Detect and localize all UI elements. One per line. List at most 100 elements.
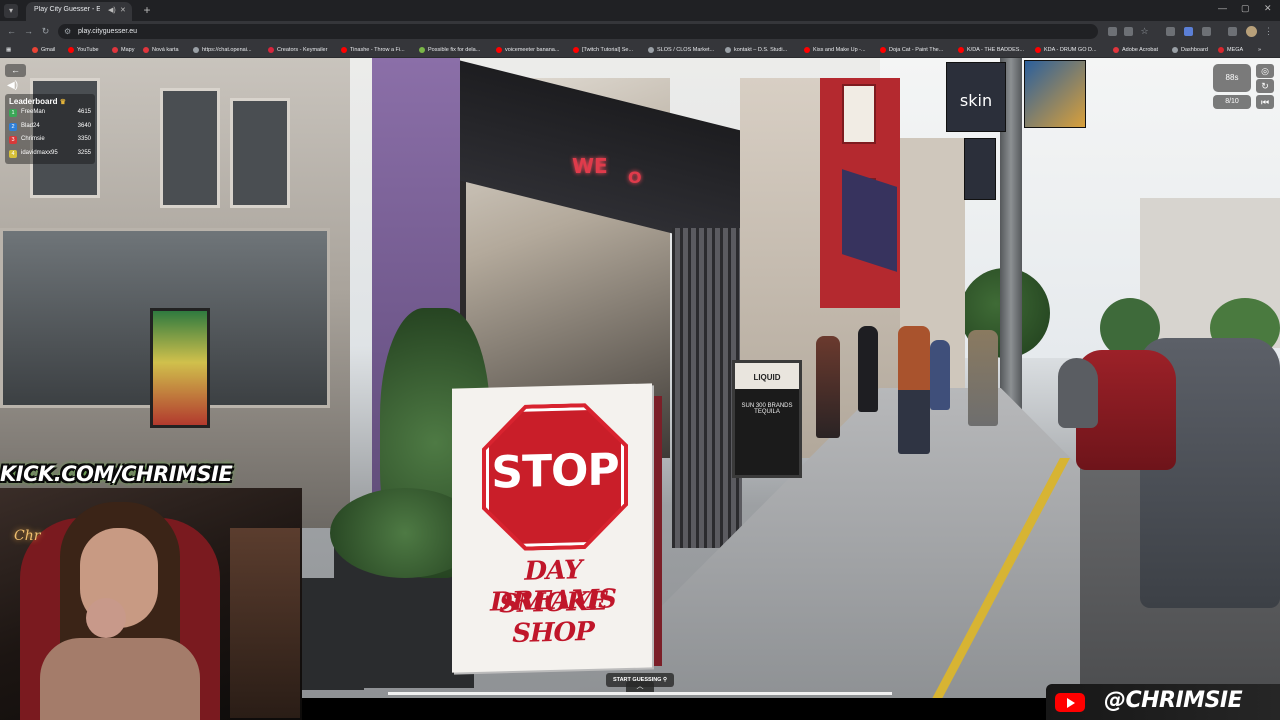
neon-sign: O	[628, 168, 642, 187]
compass-icon[interactable]: ◎	[1256, 64, 1274, 78]
player-score: 3640	[77, 122, 91, 129]
streamer-webcam: Chr	[0, 488, 302, 720]
player-score: 4615	[77, 109, 91, 115]
rank-badge: 3	[9, 136, 17, 144]
pedestrian	[968, 330, 998, 426]
back-arrow-button[interactable]: ←	[5, 64, 26, 77]
back-icon[interactable]: ←	[5, 25, 18, 38]
stop-sign-graphic: STOP	[482, 402, 628, 552]
reset-view-icon[interactable]: ↻	[1256, 79, 1274, 93]
trophy-icon: ♛	[59, 99, 66, 106]
pedestrian	[930, 340, 950, 410]
apps-grid-icon[interactable]: ▦	[6, 45, 11, 55]
minimize-icon[interactable]: —	[1218, 3, 1227, 13]
skip-back-icon[interactable]: ⏮	[1256, 95, 1274, 109]
streamer-hand	[86, 598, 126, 638]
player-name: Blad24	[21, 122, 40, 129]
close-window-icon[interactable]: ✕	[1264, 3, 1272, 14]
smoke-shop-sandwich-board: STOP DAY DREAMS SMOKE SHOP	[452, 383, 652, 673]
close-tab-icon[interactable]: ✕	[120, 6, 126, 14]
bookmark-kda-drum-go[interactable]: KDA - DRUM GO D...	[1035, 45, 1097, 55]
blue-awning	[842, 169, 897, 272]
leaderboard-row: 2 Blad24 3640	[9, 120, 91, 134]
leaderboard-title: Leaderboard ♛	[9, 97, 66, 106]
leaderboard-row: 1 FreeMan 4615	[9, 106, 91, 120]
tab-search-button[interactable]: ▾	[4, 4, 18, 18]
bookmark-possible-fix[interactable]: Possible fix for dela...	[419, 45, 480, 55]
chalkboard-text: SUN 300 BRANDS TEQUILA	[741, 403, 793, 415]
rank-badge: 2	[9, 122, 17, 131]
bookmark-mega[interactable]: MEGA	[1218, 45, 1243, 55]
bookmark-mapy[interactable]: Mapy	[112, 45, 134, 55]
more-menu-icon[interactable]: ⋮	[1262, 25, 1275, 38]
url-text: play.cityguesser.eu	[78, 28, 138, 35]
bookmark-youtube[interactable]: YouTube	[68, 45, 99, 55]
planter	[300, 578, 364, 690]
bookmark-adobe-acrobat[interactable]: Adobe Acrobat	[1113, 45, 1158, 55]
sign-line-2: SMOKE SHOP	[499, 586, 607, 650]
player-name: FreeMan	[21, 109, 46, 115]
map-pin-icon: ⚲	[663, 677, 668, 683]
player-name: idavidmaxx95	[21, 149, 58, 156]
youtube-icon	[1055, 693, 1085, 712]
neon-light-sign: Chr	[14, 528, 41, 544]
player-name: Chrimsie	[21, 136, 45, 142]
pedestrian	[858, 326, 878, 412]
maximize-icon[interactable]: ▢	[1241, 3, 1250, 14]
audio-icon[interactable]: ◀)	[108, 6, 116, 14]
bookmark-tinashe[interactable]: Tinashe - Throw a Fi...	[341, 45, 405, 55]
pedestrian	[898, 326, 930, 454]
new-tab-button[interactable]: +	[140, 2, 154, 18]
pedestrian	[816, 336, 840, 438]
youtube-channel-overlay: @CHRIMSIE	[1046, 684, 1280, 720]
bookmarks-bar: ▦ Gmail YouTube Mapy Nová karta https://…	[0, 42, 1280, 58]
player-score: 3350	[77, 136, 91, 142]
leaderboard-panel: Leaderboard ♛ 1 FreeMan 4615 2 Blad24 36…	[5, 94, 95, 164]
address-bar[interactable]: ⚙ play.cityguesser.eu	[58, 24, 1098, 39]
street-banner	[964, 138, 996, 200]
reload-icon[interactable]: ↻	[39, 25, 52, 38]
bookmark-kontakt[interactable]: kontakt – D.S. Studi...	[725, 45, 787, 55]
mural-poster	[150, 308, 210, 428]
chalkboard-sign: LIQUID SUN 300 BRANDS TEQUILA	[732, 360, 802, 478]
youtube-handle: @CHRIMSIE	[1104, 688, 1243, 713]
browser-tab-bar: ▾ Play City Guesser - Explore ◀) ✕ + — ▢…	[0, 0, 1280, 21]
bookmark-dashboard[interactable]: Dashboard	[1172, 45, 1208, 55]
forward-icon[interactable]: →	[22, 25, 35, 38]
street-banner: skin	[946, 62, 1006, 132]
extension-icon[interactable]	[1184, 27, 1193, 36]
bookmark-slos[interactable]: SLOS / CLOS Market...	[648, 45, 714, 55]
browser-toolbar: ← → ↻ ⚙ play.cityguesser.eu ☆ ⋮	[0, 21, 1280, 42]
bookmark-star-icon[interactable]: ☆	[1138, 25, 1151, 38]
leaderboard-row: 3 Chrimsie 3350	[9, 133, 91, 147]
browser-tab-active[interactable]: Play City Guesser - Explore ◀) ✕	[26, 2, 132, 21]
cast-icon[interactable]	[1108, 27, 1117, 36]
bookmark-voicemeeter[interactable]: voicemeeter banana...	[496, 45, 559, 55]
progress-bar	[388, 692, 892, 695]
all-bookmarks-icon[interactable]: »	[1258, 45, 1261, 55]
stop-text: STOP	[491, 444, 619, 499]
bookmark-doja-cat[interactable]: Doja Cat - Paint The...	[880, 45, 943, 55]
round-counter: 8/10	[1213, 95, 1251, 109]
tab-title: Play City Guesser - Explore	[34, 6, 100, 13]
bookmark-chatgpt[interactable]: https://chat.openai...	[193, 45, 252, 55]
chalkboard-title: LIQUID	[753, 373, 781, 382]
bookmark-twitch-tutorial[interactable]: [Twitch Tutorial] Se...	[573, 45, 633, 55]
translate-icon[interactable]	[1124, 27, 1133, 36]
extension-shield-icon[interactable]	[1166, 27, 1175, 36]
round-timer: 88s	[1213, 64, 1251, 92]
profile-avatar[interactable]	[1246, 26, 1257, 37]
bookmark-keymailer[interactable]: Creators - Keymailer	[268, 45, 327, 55]
player-score: 3255	[77, 149, 91, 156]
sound-icon[interactable]: ◀)	[7, 80, 18, 91]
bookmark-kda-baddest[interactable]: K/DA - THE BADDES...	[958, 45, 1024, 55]
rank-badge: 1	[9, 109, 17, 117]
site-info-icon[interactable]: ⚙	[64, 24, 71, 39]
bookmark-kiss-and-make-up[interactable]: Kiss and Make Up -...	[804, 45, 866, 55]
background-furniture	[230, 528, 300, 718]
leaderboard-row: 4 idavidmaxx95 3255	[9, 147, 91, 161]
bookmark-nova-karta[interactable]: Nová karta	[143, 45, 179, 55]
extensions-puzzle-icon[interactable]	[1202, 27, 1211, 36]
bookmark-gmail[interactable]: Gmail	[32, 45, 55, 55]
sidepanel-icon[interactable]	[1228, 27, 1237, 36]
